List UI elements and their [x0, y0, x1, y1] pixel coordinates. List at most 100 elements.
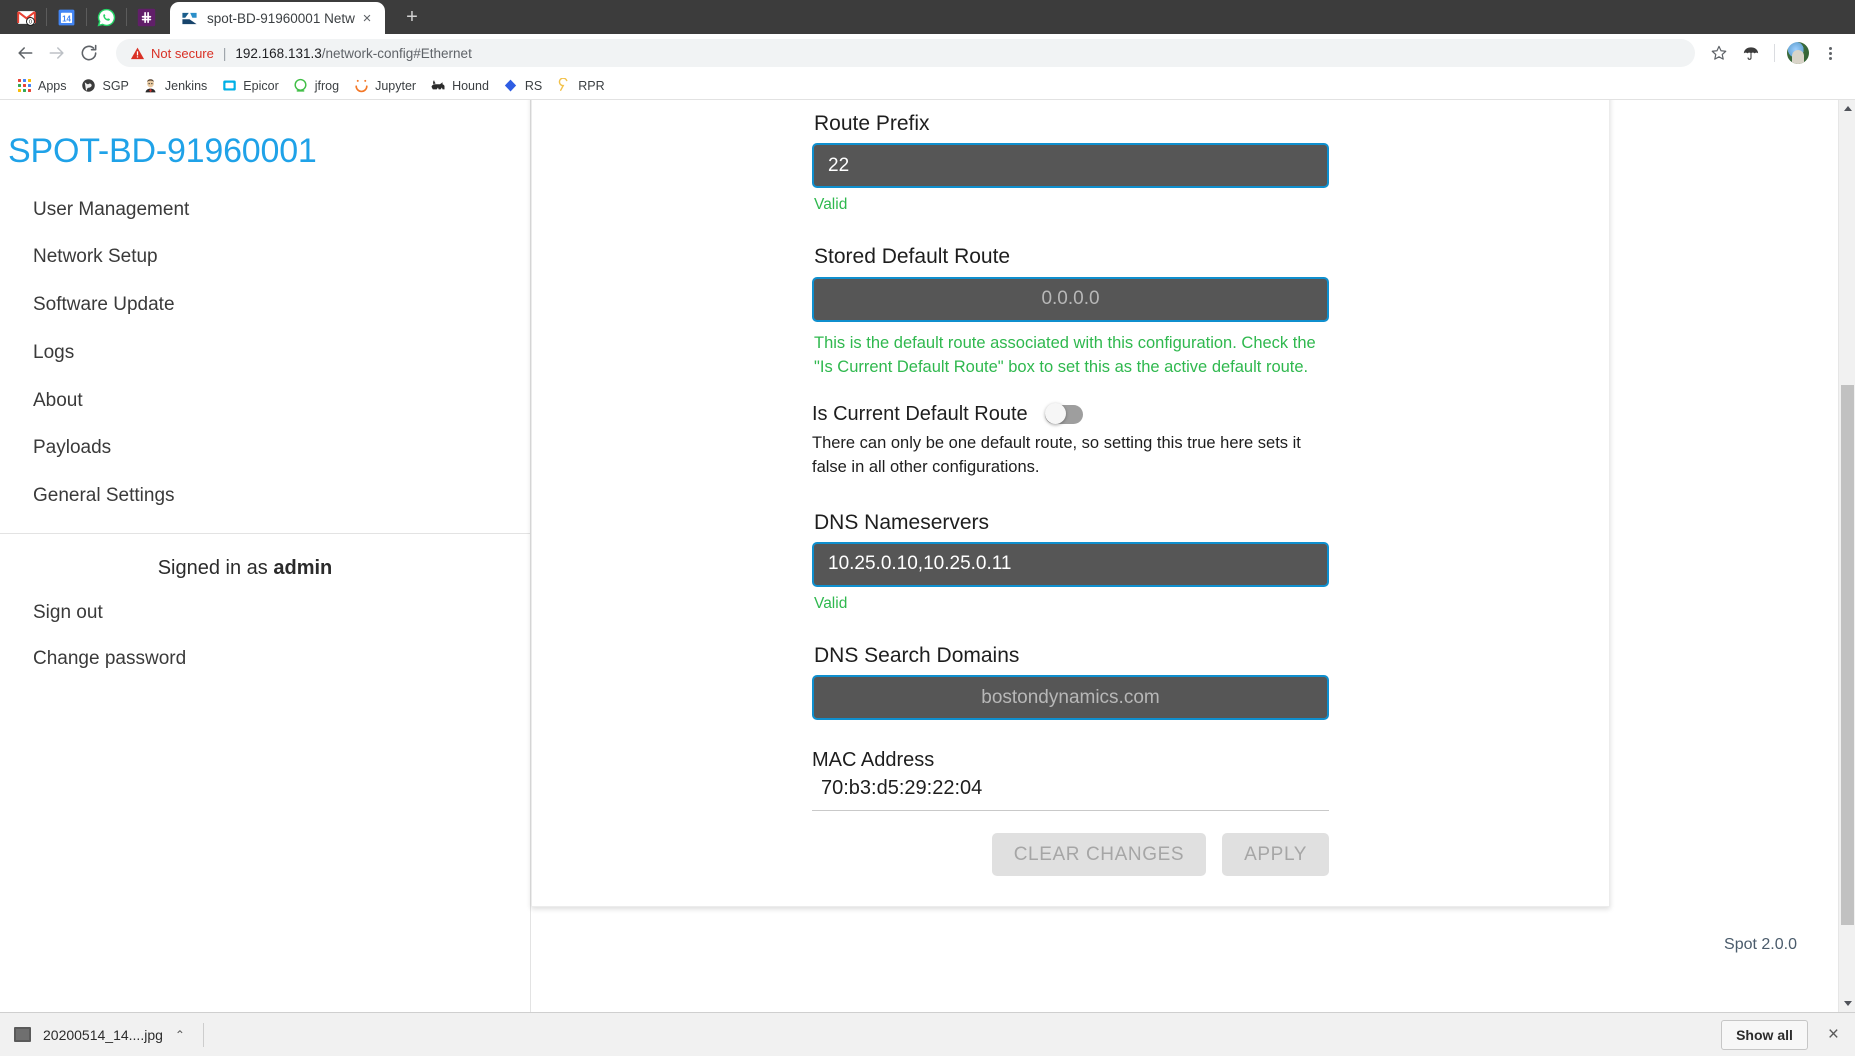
url-path: /network-config#Ethernet	[321, 45, 472, 61]
bookmark-hound[interactable]: Hound	[424, 75, 497, 97]
sidebar-item-sign-out[interactable]: Sign out	[0, 590, 530, 636]
close-shelf-icon[interactable]: ×	[1822, 1025, 1845, 1044]
signed-in-status: Signed in as admin	[0, 534, 530, 590]
page-viewport: SPOT-BD-91960001 User Management Network…	[0, 100, 1855, 1012]
jfrog-icon	[293, 78, 309, 94]
extension-button[interactable]	[1736, 38, 1766, 68]
scroll-up-button[interactable]	[1839, 100, 1855, 117]
bookmark-label: Epicor	[243, 78, 279, 93]
sidebar-item-user-management[interactable]: User Management	[0, 186, 530, 234]
sidebar-item-payloads[interactable]: Payloads	[0, 424, 530, 472]
toggle-knob	[1044, 403, 1066, 425]
sidebar-item-label: Sign out	[33, 601, 103, 623]
gmail-icon: 0	[16, 10, 36, 26]
slack-icon	[137, 8, 155, 26]
slack-pinned-tab[interactable]	[126, 0, 166, 34]
profile-button[interactable]	[1783, 38, 1813, 68]
clear-changes-button[interactable]: CLEAR CHANGES	[991, 833, 1207, 877]
sidebar-item-change-password[interactable]: Change password	[0, 636, 530, 682]
show-all-downloads-button[interactable]: Show all	[1721, 1019, 1808, 1050]
calendar-pinned-tab[interactable]: 14	[46, 0, 86, 34]
forward-button[interactable]	[42, 38, 72, 68]
chevron-up-icon[interactable]: ⌃	[175, 1028, 185, 1042]
sidebar-item-logs[interactable]: Logs	[0, 329, 530, 377]
rs-diamond-icon	[503, 78, 519, 94]
download-file-name: 20200514_14....jpg	[43, 1026, 163, 1043]
scrollbar-thumb[interactable]	[1841, 385, 1854, 925]
browser-toolbar: Not secure | 192.168.131.3/network-confi…	[0, 34, 1855, 72]
apply-button[interactable]: APPLY	[1222, 833, 1329, 877]
bookmark-rpr[interactable]: RPR	[550, 75, 612, 97]
close-icon[interactable]: ×	[357, 8, 377, 28]
bookmark-label: RPR	[578, 78, 605, 93]
route-prefix-input[interactable]: 22	[812, 143, 1329, 189]
not-secure-label: Not secure	[151, 45, 214, 61]
dns-search-domains-input[interactable]: bostondynamics.com	[812, 675, 1329, 721]
bookmark-label: Jupyter	[375, 78, 417, 93]
sidebar-item-software-update[interactable]: Software Update	[0, 281, 530, 329]
bookmark-rs[interactable]: RS	[497, 75, 550, 97]
gmail-pinned-tab[interactable]: 0	[6, 0, 46, 34]
stored-default-route-label: Stored Default Route	[814, 245, 1011, 269]
download-item[interactable]: 20200514_14....jpg ⌃	[14, 1020, 197, 1050]
scroll-down-button[interactable]	[1839, 995, 1855, 1012]
star-icon	[1711, 45, 1727, 60]
bookmark-jenkins[interactable]: Jenkins	[137, 75, 215, 97]
bookmark-jfrog[interactable]: jfrog	[287, 75, 347, 97]
sidebar-item-general-settings[interactable]: General Settings	[0, 472, 530, 520]
bookmark-apps[interactable]: Apps	[10, 75, 75, 97]
shelf-actions: Show all ×	[1721, 1019, 1845, 1050]
page-scrollbar[interactable]	[1838, 100, 1855, 1012]
app-sidebar: SPOT-BD-91960001 User Management Network…	[0, 100, 531, 1012]
active-tab[interactable]: spot-BD-91960001 Netwo ×	[170, 2, 385, 34]
sidebar-item-about[interactable]: About	[0, 377, 530, 425]
sidebar-item-label: Change password	[33, 647, 187, 669]
three-dots-icon	[1828, 46, 1832, 60]
dns-nameservers-input[interactable]: 10.25.0.10,10.25.0.11	[812, 541, 1329, 587]
new-tab-button[interactable]: +	[397, 2, 427, 32]
page-title: SPOT-BD-91960001	[8, 132, 317, 170]
hound-dog-icon	[430, 78, 446, 94]
main-content: Route Prefix 22 Valid Stored Default Rou…	[531, 100, 1838, 1012]
whatsapp-icon	[97, 8, 115, 26]
is-current-default-route-note: There can only be one default route, so …	[812, 433, 1301, 476]
image-thumbnail-icon	[14, 1027, 31, 1042]
bookmark-epicor[interactable]: Epicor	[215, 75, 286, 97]
chrome-menu-button[interactable]	[1815, 38, 1845, 68]
route-prefix-label: Route Prefix	[814, 112, 930, 135]
svg-text:0: 0	[28, 19, 31, 25]
form-actions: CLEAR CHANGES APPLY	[812, 833, 1329, 877]
stored-default-route-input[interactable]: 0.0.0.0	[812, 276, 1329, 322]
boston-dynamics-icon	[182, 12, 197, 24]
route-prefix-validation: Valid	[814, 196, 848, 214]
sidebar-item-label: User Management	[33, 198, 190, 220]
globe-icon	[81, 78, 97, 94]
bookmark-label: RS	[524, 78, 543, 93]
sidebar-item-label: General Settings	[33, 485, 175, 506]
whatsapp-pinned-tab[interactable]	[86, 0, 126, 34]
forward-arrow-icon	[49, 47, 64, 59]
reload-icon	[81, 44, 97, 61]
reload-button[interactable]	[74, 38, 104, 68]
back-button[interactable]	[10, 38, 40, 68]
sidebar-item-label: Software Update	[33, 294, 175, 315]
bookmarks-bar: Apps SGP Jenkins Epicor jfrog Jupyter Ho…	[0, 72, 1855, 100]
avatar	[1787, 42, 1809, 64]
browser-window: 0 14 spot-BD-91960001 Netwo × + Not secu…	[0, 0, 1855, 1056]
download-shelf: 20200514_14....jpg ⌃ Show all ×	[0, 1012, 1855, 1056]
is-current-default-route-toggle[interactable]	[1044, 403, 1083, 425]
url-host: 192.168.131.3	[235, 45, 322, 61]
is-current-default-route-label: Is Current Default Route	[812, 402, 1028, 425]
bookmark-sgp[interactable]: SGP	[75, 75, 137, 97]
back-arrow-icon	[18, 47, 33, 59]
not-secure-warning-icon	[130, 46, 145, 61]
bookmark-jupyter[interactable]: Jupyter	[347, 75, 424, 97]
umbrella-icon	[1743, 47, 1759, 60]
address-bar[interactable]: Not secure | 192.168.131.3/network-confi…	[116, 39, 1695, 67]
web-page: SPOT-BD-91960001 User Management Network…	[0, 100, 1838, 1012]
ethernet-config-form: Route Prefix 22 Valid Stored Default Rou…	[812, 100, 1329, 877]
bookmark-star-button[interactable]	[1704, 38, 1734, 68]
sidebar-item-network-setup[interactable]: Network Setup	[0, 233, 530, 281]
